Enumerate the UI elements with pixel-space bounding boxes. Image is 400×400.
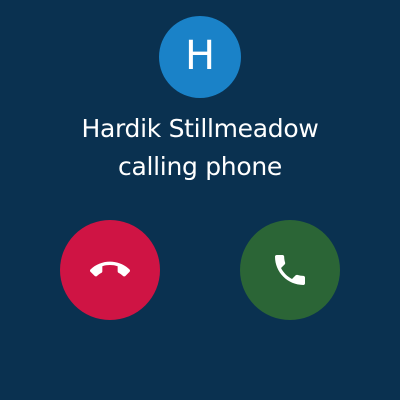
decline-call-button[interactable] bbox=[60, 220, 160, 320]
call-status: calling phone bbox=[118, 152, 282, 181]
avatar: H bbox=[159, 16, 241, 98]
call-end-icon bbox=[90, 250, 130, 290]
phone-icon bbox=[270, 250, 310, 290]
incoming-call-screen: H Hardik Stillmeadow calling phone bbox=[0, 0, 400, 400]
answer-call-button[interactable] bbox=[240, 220, 340, 320]
avatar-initial: H bbox=[184, 33, 216, 79]
caller-name: Hardik Stillmeadow bbox=[81, 114, 319, 143]
